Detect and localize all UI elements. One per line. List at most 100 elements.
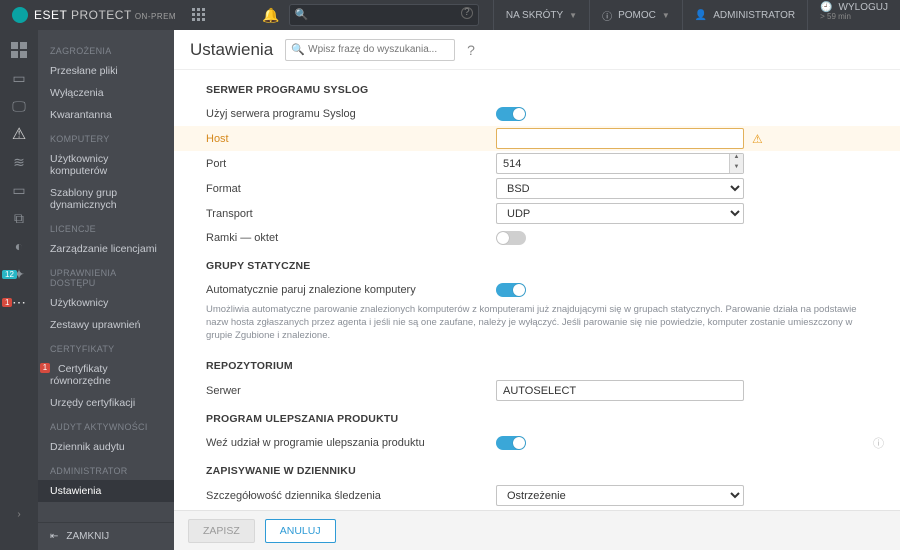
rail-item-9[interactable]: ✦12 bbox=[0, 260, 38, 288]
chevron-down-icon: ▼ bbox=[569, 11, 577, 20]
rail-item-6[interactable]: ▭ bbox=[0, 176, 38, 204]
lbl-format: Format bbox=[206, 183, 496, 195]
admin-label: ADMINISTRATOR bbox=[713, 10, 795, 21]
logout-button[interactable]: 🕘 WYLOGUJ > 59 min bbox=[807, 0, 900, 30]
rail-computers[interactable]: ▭ bbox=[0, 64, 38, 92]
select-transport[interactable]: UDP bbox=[496, 203, 744, 224]
rail-item-7[interactable]: ⧉ bbox=[0, 204, 38, 232]
brand: ESET PROTECTON-PREM bbox=[0, 7, 218, 23]
main-header: Ustawienia 🔍 ? bbox=[174, 30, 900, 70]
submenu-collapse[interactable]: ⇤ ZAMKNIJ bbox=[38, 522, 174, 550]
row-participate: Weź udział w programie ulepszania produk… bbox=[174, 431, 900, 455]
input-repo-server[interactable] bbox=[496, 380, 744, 401]
sub-kwarantanna[interactable]: Kwarantanna bbox=[38, 104, 174, 126]
input-host[interactable] bbox=[496, 128, 744, 149]
row-use-syslog: Użyj serwera programu Syslog bbox=[174, 102, 900, 126]
lbl-repo-server: Serwer bbox=[206, 385, 496, 397]
section-improve-title: PROGRAM ULEPSZANIA PRODUKTU bbox=[174, 403, 900, 431]
section-syslog-title: SERWER PROGRAMU SYSLOG bbox=[174, 74, 900, 102]
admin-menu[interactable]: 👤 ADMINISTRATOR bbox=[682, 0, 807, 30]
lbl-host: Host bbox=[206, 133, 496, 145]
port-stepper[interactable]: ▲▼ bbox=[729, 154, 743, 173]
search-help-icon[interactable]: ? bbox=[461, 7, 473, 19]
collapse-icon: ⇤ bbox=[50, 531, 58, 542]
apps-icon[interactable] bbox=[192, 8, 206, 22]
lbl-use-syslog: Użyj serwera programu Syslog bbox=[206, 108, 496, 120]
rail-expand[interactable]: › bbox=[0, 509, 38, 520]
cancel-button[interactable]: ANULUJ bbox=[265, 519, 336, 543]
settings-search: 🔍 bbox=[285, 39, 455, 61]
sub-wylaczenia[interactable]: Wyłączenia bbox=[38, 82, 174, 104]
save-button[interactable]: ZAPISZ bbox=[188, 519, 255, 543]
brand-logo bbox=[12, 7, 28, 23]
session-time: > 59 min bbox=[820, 13, 851, 22]
rail-more[interactable]: ⋯1 bbox=[0, 288, 38, 316]
sub-zestawy-uprawnien[interactable]: Zestawy uprawnień bbox=[38, 314, 174, 336]
toggle-participate[interactable] bbox=[496, 436, 526, 450]
topbar-search: 🔍 ? bbox=[289, 4, 479, 26]
collapse-label: ZAMKNIJ bbox=[66, 531, 109, 542]
rail-badge-red: 1 bbox=[2, 298, 12, 307]
subhead-6: ADMINISTRATOR bbox=[38, 458, 174, 480]
sub-zarzadzanie-licencjami[interactable]: Zarządzanie licencjami bbox=[38, 238, 174, 260]
sub-dziennik-audytu[interactable]: Dziennik audytu bbox=[38, 436, 174, 458]
lbl-port: Port bbox=[206, 158, 496, 170]
subhead-3: UPRAWNIENIA DOSTĘPU bbox=[38, 260, 174, 292]
brand-text: ESET PROTECTON-PREM bbox=[34, 8, 176, 22]
sub-certyfikaty-rownorzedne[interactable]: 1Certyfikaty równorzędne bbox=[38, 358, 174, 392]
search-icon: 🔍 bbox=[291, 43, 305, 56]
select-verbosity[interactable]: Ostrzeżenie bbox=[496, 485, 744, 506]
sub-uzytkownicy[interactable]: Użytkownicy bbox=[38, 292, 174, 314]
row-transport: Transport UDP bbox=[174, 201, 900, 226]
sub-szablony-grup[interactable]: Szablony grup dynamicznych bbox=[38, 182, 174, 216]
page-title: Ustawienia bbox=[190, 40, 273, 60]
section-static-title: GRUPY STATYCZNE bbox=[174, 250, 900, 278]
help-menu[interactable]: ⓘ POMOC▼ bbox=[589, 0, 682, 30]
lbl-autopair: Automatycznie paruj znalezione komputery bbox=[206, 284, 496, 296]
subhead-5: AUDYT AKTYWNOŚCI bbox=[38, 414, 174, 436]
search-icon: 🔍 bbox=[295, 8, 309, 21]
toggle-use-syslog[interactable] bbox=[496, 107, 526, 121]
sub-przeslane-pliki[interactable]: Przesłane pliki bbox=[38, 60, 174, 82]
row-format: Format BSD bbox=[174, 176, 900, 201]
settings-content: SERWER PROGRAMU SYSLOG Użyj serwera prog… bbox=[174, 70, 900, 510]
warning-icon: ⚠ bbox=[752, 132, 763, 146]
row-frames: Ramki — oktet bbox=[174, 226, 900, 250]
help-label: POMOC bbox=[618, 10, 656, 21]
settings-search-input[interactable] bbox=[285, 39, 455, 61]
shortcuts-label: NA SKRÓTY bbox=[506, 10, 563, 21]
rail-monitor[interactable]: 🖵 bbox=[0, 92, 38, 120]
rail-dashboard[interactable] bbox=[0, 36, 38, 64]
hint-autopair: Umożliwia automatyczne parowanie znalezi… bbox=[174, 302, 900, 350]
brand-suffix: ON-PREM bbox=[135, 12, 176, 21]
subhead-1: KOMPUTERY bbox=[38, 126, 174, 148]
icon-rail: ▭ 🖵 ⚠ ≋ ▭ ⧉ ◐ ✦12 ⋯1 › bbox=[0, 30, 38, 550]
notifications-bell-icon[interactable]: 🔔 bbox=[261, 7, 281, 24]
rail-item-8[interactable]: ◐ bbox=[0, 232, 38, 260]
sub-uzytkownicy-komputerow[interactable]: Użytkownicy komputerów bbox=[38, 148, 174, 182]
sub-ustawienia[interactable]: Ustawienia bbox=[38, 480, 174, 502]
help-icon[interactable]: ? bbox=[467, 42, 475, 58]
subhead-2: LICENCJE bbox=[38, 216, 174, 238]
rail-warning[interactable]: ⚠ bbox=[0, 120, 38, 148]
row-port: Port ▲▼ bbox=[174, 151, 900, 176]
brand-prefix: ESET bbox=[34, 8, 67, 22]
row-host: Host ⚠ bbox=[174, 126, 900, 151]
user-icon: 👤 bbox=[695, 10, 707, 21]
row-verbosity: Szczegółowość dziennika śledzenia Ostrze… bbox=[174, 483, 900, 508]
toggle-frames[interactable] bbox=[496, 231, 526, 245]
section-logging-title: ZAPISYWANIE W DZIENNIKU bbox=[174, 455, 900, 483]
select-format[interactable]: BSD bbox=[496, 178, 744, 199]
input-port[interactable] bbox=[496, 153, 744, 174]
info-icon[interactable]: ⓘ bbox=[873, 435, 884, 451]
lbl-participate: Weź udział w programie ulepszania produk… bbox=[206, 437, 496, 449]
sub-urzedy-certyfikacji[interactable]: Urzędy certyfikacji bbox=[38, 392, 174, 414]
topbar: ESET PROTECTON-PREM 🔔 🔍 ? NA SKRÓTY▼ ⓘ P… bbox=[0, 0, 900, 30]
toggle-autopair[interactable] bbox=[496, 283, 526, 297]
rail-badge-teal: 12 bbox=[2, 270, 17, 279]
shortcuts-menu[interactable]: NA SKRÓTY ▼ bbox=[493, 0, 589, 30]
row-autopair: Automatycznie paruj znalezione komputery bbox=[174, 278, 900, 302]
chevron-down-icon: ▼ bbox=[662, 11, 670, 20]
topbar-search-input[interactable] bbox=[289, 4, 479, 26]
rail-item-5[interactable]: ≋ bbox=[0, 148, 38, 176]
